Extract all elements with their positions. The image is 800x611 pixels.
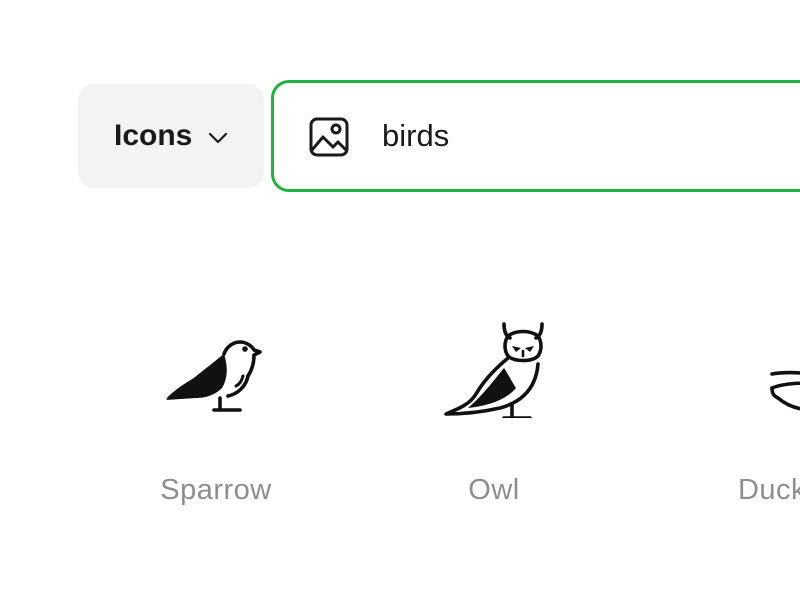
result-label: Owl: [468, 474, 520, 506]
asset-type-label: Icons: [114, 119, 193, 152]
chevron-down-icon: [208, 132, 228, 144]
result-label: Duck: [737, 474, 800, 506]
result-owl[interactable]: Owl: [394, 300, 594, 520]
search-input[interactable]: [382, 111, 782, 161]
asset-type-dropdown[interactable]: Icons: [78, 84, 264, 188]
result-duck[interactable]: Duck: [672, 300, 800, 520]
search-box[interactable]: [271, 80, 800, 192]
duck-icon: [770, 370, 800, 411]
icon-search-page: Icons birds Sparrow Owl Duck: [0, 0, 800, 611]
sparrow-icon: [166, 340, 262, 412]
result-label: Sparrow: [160, 474, 272, 506]
results-grid: Sparrow Owl Duck: [0, 300, 800, 540]
image-icon: [308, 116, 350, 158]
owl-icon: [444, 322, 544, 418]
result-sparrow[interactable]: Sparrow: [116, 300, 316, 520]
